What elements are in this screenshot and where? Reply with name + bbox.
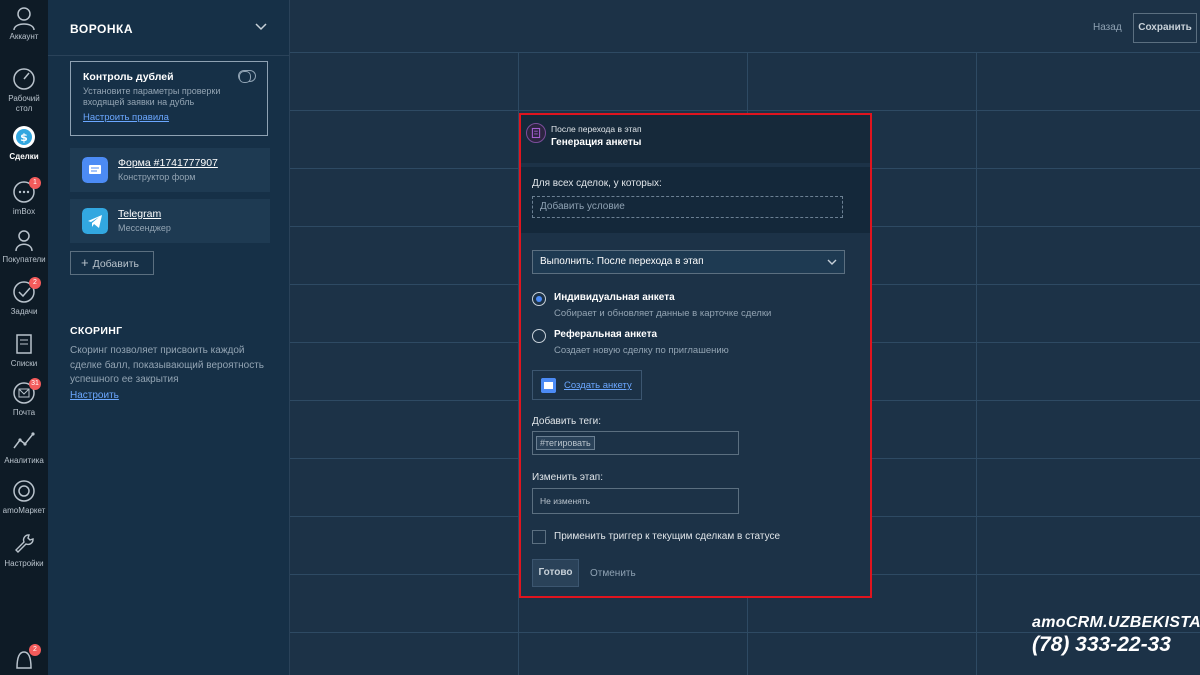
speedometer-icon	[13, 68, 35, 90]
nav-item-mail[interactable]: 31 Почта	[0, 378, 48, 418]
panel-title: ВОРОНКА	[70, 22, 134, 36]
notification-badge: 1	[29, 177, 41, 189]
scoring-configure-link[interactable]: Настроить	[70, 390, 119, 401]
nav-item-account[interactable]: Аккаунт	[0, 4, 48, 42]
done-button[interactable]: Готово	[532, 559, 579, 587]
trigger-header: После перехода в этап Генерация анкеты	[521, 115, 870, 163]
add-condition-field[interactable]: Добавить условие	[532, 196, 843, 218]
nav-label: Аккаунт	[9, 32, 39, 41]
tags-input[interactable]: #тегировать	[532, 431, 739, 455]
save-button[interactable]: Сохранить	[1133, 13, 1197, 43]
nav-label: Рабочий стол	[8, 94, 40, 113]
option-title: Индивидуальная анкета	[554, 292, 675, 303]
main-nav: Аккаунт Рабочий стол $ Сделки 1 imBox По…	[0, 0, 48, 675]
duplicate-control-toggle[interactable]	[238, 70, 256, 83]
dollar-icon: $	[13, 126, 35, 148]
nav-item-deals[interactable]: $ Сделки	[0, 124, 48, 162]
grid-line	[290, 52, 1200, 53]
option-description: Собирает и обновляет данные в карточке с…	[554, 308, 772, 319]
execute-select[interactable]: Выполнить: После перехода в этап	[532, 250, 845, 274]
user-icon	[13, 7, 35, 30]
nav-item-settings[interactable]: Настройки	[0, 531, 48, 569]
execute-select-value: Выполнить: После перехода в этап	[540, 256, 704, 267]
cancel-button[interactable]: Отменить	[590, 568, 636, 579]
watermark-phone: (78) 333-22-33	[1032, 633, 1171, 656]
market-icon	[13, 480, 35, 502]
add-label: Добавить	[92, 258, 139, 270]
nav-item-notifications[interactable]: 2	[0, 644, 48, 672]
change-stage-label: Изменить этап:	[532, 472, 603, 483]
plus-icon: +	[81, 255, 89, 270]
apply-to-current-checkbox[interactable]	[532, 530, 546, 544]
svg-text:$: $	[20, 131, 28, 144]
configure-rules-link[interactable]: Настроить правила	[83, 112, 169, 123]
nav-label: Почта	[12, 408, 36, 417]
analytics-icon	[13, 432, 35, 449]
change-stage-select[interactable]: Не изменять	[532, 488, 739, 514]
back-button[interactable]: Назад	[1093, 22, 1122, 33]
source-card-telegram[interactable]: Telegram Мессенджер	[70, 199, 270, 243]
nav-item-customers[interactable]: Покупатели	[0, 227, 48, 265]
create-survey-label: Создать анкету	[564, 380, 632, 391]
source-type: Мессенджер	[118, 223, 171, 233]
conditions-label: Для всех сделок, у которых:	[532, 178, 662, 189]
nav-item-amomarket[interactable]: amoМаркет	[0, 478, 48, 516]
trigger-dialog: После перехода в этап Генерация анкеты Д…	[519, 113, 872, 598]
notification-badge: 2	[29, 277, 41, 289]
nav-label: Списки	[10, 359, 38, 368]
source-name[interactable]: Telegram	[118, 208, 161, 220]
source-card-form[interactable]: Форма #1741777907 Конструктор форм	[70, 148, 270, 192]
create-survey-button[interactable]: Создать анкету	[532, 370, 642, 400]
source-name[interactable]: Форма #1741777907	[118, 157, 218, 169]
nav-item-analytics[interactable]: Аналитика	[0, 428, 48, 466]
notification-badge: 31	[29, 378, 41, 390]
grid-line	[976, 52, 977, 675]
duplicate-control-title: Контроль дублей	[83, 71, 174, 83]
scoring-title: СКОРИНГ	[70, 325, 123, 337]
duplicate-control-description: Установите параметры проверки входящей з…	[83, 86, 221, 107]
radio-individual-survey[interactable]	[532, 292, 546, 306]
radio-referral-survey[interactable]	[532, 329, 546, 343]
nav-label: Аналитика	[4, 456, 44, 465]
option-description: Создает новую сделку по приглашению	[554, 345, 729, 356]
apply-to-current-label: Применить триггер к текущим сделкам в ст…	[554, 531, 781, 542]
nav-item-dashboard[interactable]: Рабочий стол	[0, 66, 48, 114]
funnel-panel: ВОРОНКА Контроль дублей Установите парам…	[48, 0, 290, 675]
nav-item-tasks[interactable]: 2 Задачи	[0, 277, 48, 317]
watermark-brand: amoCRM.UZBEKISTAN	[1032, 614, 1200, 631]
nav-label: amoМаркет	[2, 506, 46, 515]
option-title: Реферальная анкета	[554, 329, 658, 340]
telegram-icon	[82, 208, 108, 234]
nav-label: Настройки	[4, 559, 44, 568]
survey-icon	[526, 123, 546, 143]
nav-item-imbox[interactable]: 1 imBox	[0, 177, 48, 217]
panel-header: ВОРОНКА	[48, 0, 290, 56]
form-icon	[541, 378, 556, 393]
nav-item-lists[interactable]: Списки	[0, 331, 48, 369]
nav-label: imBox	[12, 207, 36, 216]
nav-label: Покупатели	[2, 255, 46, 264]
grid-line	[290, 110, 1200, 111]
notebook-icon	[16, 334, 32, 354]
chevron-down-icon	[827, 259, 837, 265]
trigger-event: После перехода в этап	[551, 124, 642, 134]
scoring-description: Скоринг позволяет присвоить каждой сделк…	[70, 345, 264, 385]
form-icon	[82, 157, 108, 183]
trigger-title: Генерация анкеты	[551, 137, 642, 148]
duplicate-control-card: Контроль дублей Установите параметры про…	[70, 61, 268, 136]
nav-label: Задачи	[10, 307, 38, 316]
notification-badge: 2	[29, 644, 41, 656]
chevron-down-icon[interactable]	[254, 20, 268, 34]
wrench-icon	[15, 534, 34, 553]
add-source-button[interactable]: + Добавить	[70, 251, 154, 275]
nav-label: Сделки	[9, 152, 39, 161]
tag-chip[interactable]: #тегировать	[536, 436, 595, 450]
source-type: Конструктор форм	[118, 172, 196, 182]
person-icon	[15, 230, 33, 252]
conditions-section: Для всех сделок, у которых: Добавить усл…	[521, 167, 870, 233]
tags-label: Добавить теги:	[532, 416, 602, 427]
